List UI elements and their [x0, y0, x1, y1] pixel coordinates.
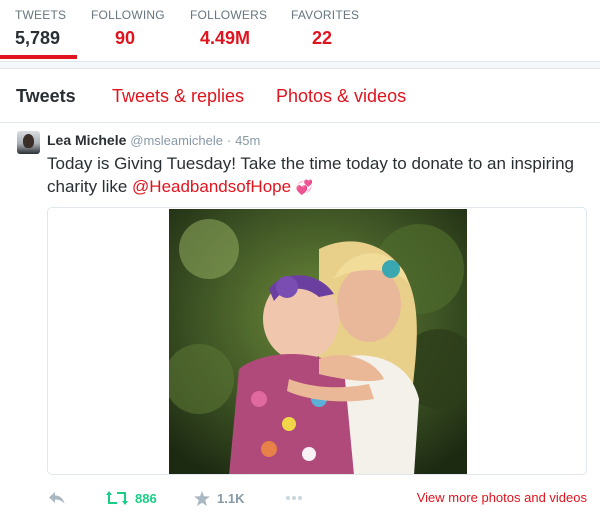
timeline-tabs: Tweets Tweets & replies Photos & videos [0, 69, 600, 123]
stat-value: 22 [312, 28, 333, 48]
tweet-photo[interactable] [169, 209, 467, 474]
tweet-text: Today is Giving Tuesday! Take the time t… [47, 152, 587, 199]
tab-tweets-and-replies[interactable]: Tweets & replies [112, 85, 244, 107]
view-more-photos-link[interactable]: View more photos and videos [417, 490, 587, 505]
stat-value: 4.49M [200, 28, 251, 48]
tab-tweets[interactable]: Tweets [16, 85, 76, 107]
favorite-count: 1.1K [217, 490, 245, 506]
hearts-emoji: 💞 [295, 179, 314, 195]
stat-label: FOLLOWERS [190, 8, 268, 22]
stat-value: 5,789 [15, 28, 61, 48]
tweet-actions: 886 1.1K View more photos and videos [0, 485, 600, 511]
separator: · [226, 133, 232, 148]
reply-button[interactable] [48, 485, 66, 511]
photo-illustration [169, 209, 467, 474]
tweet-text-line1: Today is Giving Tuesday! Take the time t… [47, 154, 574, 173]
tab-photos-and-videos[interactable]: Photos & videos [276, 85, 406, 107]
stat-value: 90 [115, 28, 136, 48]
favorite-button[interactable]: 1.1K [194, 485, 244, 511]
tweet-header: Lea Michele @msleamichele · 45m [47, 131, 260, 150]
retweet-count: 886 [135, 490, 157, 506]
stat-tweets[interactable]: TWEETS 5,789 [15, 8, 66, 49]
stat-label: FOLLOWING [91, 8, 165, 22]
stat-favorites[interactable]: FAVORITES 22 [291, 8, 359, 49]
retweet-button[interactable]: 886 [106, 485, 157, 511]
ellipsis-icon [286, 496, 302, 500]
star-icon [194, 490, 210, 506]
media-container [47, 207, 587, 475]
author-name[interactable]: Lea Michele [47, 132, 126, 148]
tweet-text-line2: charity like @HeadbandsofHope 💞 [47, 175, 587, 199]
stat-following[interactable]: FOLLOWING 90 [91, 8, 165, 49]
tweet-text-prefix: charity like [47, 177, 133, 196]
profile-stats-bar: TWEETS 5,789 FOLLOWING 90 FOLLOWERS 4.49… [0, 0, 600, 62]
active-stat-underline [0, 55, 77, 59]
retweet-icon [106, 491, 128, 505]
stat-label: TWEETS [15, 8, 67, 22]
more-options-button[interactable] [285, 485, 303, 511]
stat-followers[interactable]: FOLLOWERS 4.49M [190, 8, 267, 49]
reply-icon [49, 492, 65, 504]
timestamp[interactable]: 45m [235, 133, 260, 148]
mention-link[interactable]: @HeadbandsofHope [132, 177, 291, 196]
avatar[interactable] [17, 131, 40, 154]
author-handle[interactable]: @msleamichele [130, 133, 223, 148]
stat-label: FAVORITES [291, 8, 360, 22]
